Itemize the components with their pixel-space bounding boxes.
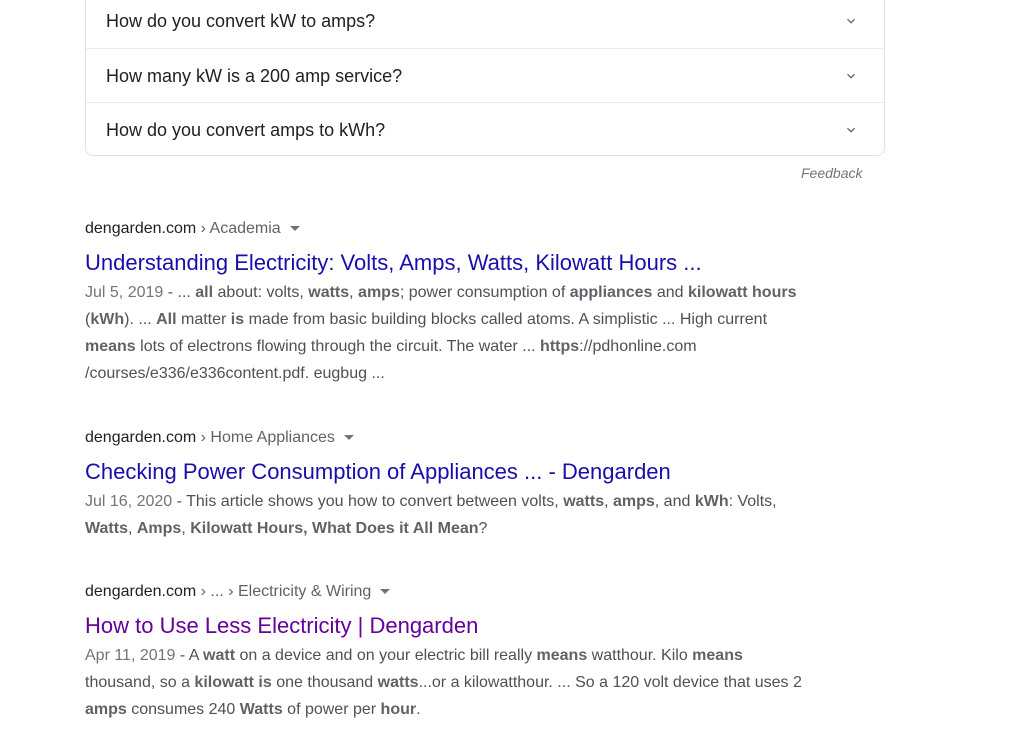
chevron-down-icon (847, 73, 855, 79)
result-date: Apr 11, 2019 (85, 647, 176, 664)
result-title-link[interactable]: Understanding Electricity: Volts, Amps, … (85, 249, 815, 277)
snippet-highlight: watt (203, 647, 236, 664)
snippet-highlight: Watts (239, 701, 283, 718)
snippet-text: one thousand (271, 674, 378, 691)
snippet-highlight: means (692, 647, 743, 664)
snippet-highlight: kilowatt is (194, 674, 272, 691)
result-title-link[interactable]: Checking Power Consumption of Appliances… (85, 458, 815, 486)
result-path: › Academia (196, 220, 281, 237)
snippet-text: , (127, 520, 137, 537)
snippet-text: ? (478, 520, 488, 537)
result-breadcrumb: dengarden.com › Home Appliances (85, 427, 815, 449)
snippet-text: about: volts, (213, 284, 309, 301)
snippet-text: of power per (282, 701, 381, 718)
snippet-highlight: amps (358, 284, 400, 301)
paa-question-text: How do you convert kW to amps? (106, 10, 376, 31)
search-result-1: dengarden.com › Academia Understanding E… (85, 218, 815, 387)
result-domain: dengarden.com (85, 583, 197, 600)
snippet-text: . (416, 701, 421, 718)
snippet-highlight: amps (85, 701, 127, 718)
paa-question-text: How many kW is a 200 amp service? (106, 65, 403, 86)
snippet-text: made from basic building blocks called a… (244, 311, 768, 328)
snippet-text: and (652, 284, 689, 301)
chevron-down-icon (847, 127, 855, 133)
result-date: Jul 16, 2020 (85, 493, 173, 510)
result-domain: dengarden.com (85, 220, 197, 237)
snippet-highlight: means (85, 338, 136, 355)
result-path: › Home Appliances (196, 429, 335, 446)
result-date: Jul 5, 2019 (85, 284, 164, 301)
result-snippet: Jul 5, 2019 - ... all about: volts, watt… (85, 279, 815, 387)
snippet-text: , (181, 520, 191, 537)
snippet-text: ). ... (124, 311, 157, 328)
snippet-highlight: hour (380, 701, 417, 718)
feedback-link[interactable]: Feedback (801, 165, 862, 181)
dropdown-arrow-icon[interactable] (343, 435, 354, 441)
snippet-highlight: kWh (694, 493, 729, 510)
search-result-2: dengarden.com › Home Appliances Checking… (85, 427, 815, 542)
people-also-ask-box: How do you convert kW to amps? How many … (85, 0, 885, 156)
snippet-highlight: Kilowatt Hours, What Does it All Mean (190, 520, 479, 537)
snippet-text: matter (176, 311, 231, 328)
snippet-text: ; power consumption of (399, 284, 570, 301)
snippet-highlight: Watts (85, 520, 128, 537)
result-snippet: Jul 16, 2020 - This article shows you ho… (85, 488, 815, 542)
snippet-text: on a device and on your electric bill re… (235, 647, 537, 664)
snippet-highlight: watts (563, 493, 605, 510)
result-breadcrumb: dengarden.com › Academia (85, 218, 815, 240)
search-result-3: dengarden.com › ... › Electricity & Wiri… (85, 581, 815, 723)
paa-question-text: How do you convert amps to kWh? (106, 119, 386, 140)
dropdown-arrow-icon[interactable] (380, 589, 391, 595)
chevron-down-icon (847, 18, 855, 24)
snippet-text: - ... (163, 284, 196, 301)
snippet-highlight: means (536, 647, 588, 664)
snippet-text: watthour. Kilo (587, 647, 693, 664)
snippet-text: consumes 240 (126, 701, 240, 718)
snippet-text: lots of electrons flowing through the ci… (135, 338, 541, 355)
result-domain: dengarden.com (85, 429, 197, 446)
result-breadcrumb: dengarden.com › ... › Electricity & Wiri… (85, 581, 815, 603)
snippet-text: thousand, so a (85, 674, 195, 691)
dropdown-arrow-icon[interactable] (289, 226, 300, 232)
snippet-highlight: All (156, 311, 177, 328)
snippet-highlight: https (540, 338, 580, 355)
snippet-highlight: is (230, 311, 245, 328)
snippet-text: , (349, 284, 359, 301)
snippet-text: ...or a kilowatthour. ... So a 120 volt … (418, 674, 802, 691)
result-snippet: Apr 11, 2019 - A watt on a device and on… (85, 642, 815, 723)
snippet-highlight: kilowatt hours (688, 284, 797, 301)
snippet-highlight: appliances (569, 284, 653, 301)
snippet-highlight: Amps (136, 520, 182, 537)
snippet-text: , and (654, 493, 695, 510)
snippet-text: : Volts, (728, 493, 777, 510)
snippet-highlight: watts (308, 284, 350, 301)
paa-question-3[interactable]: How do you convert amps to kWh? (86, 102, 884, 157)
snippet-text: , (604, 493, 613, 510)
result-title-link[interactable]: How to Use Less Electricity | Dengarden (85, 612, 815, 640)
snippet-highlight: all (195, 284, 214, 301)
paa-question-1[interactable]: How do you convert kW to amps? (86, 0, 884, 48)
snippet-text: - This article shows you how to convert … (172, 493, 564, 510)
snippet-highlight: amps (612, 493, 655, 510)
snippet-text: - A (175, 647, 204, 664)
paa-question-2[interactable]: How many kW is a 200 amp service? (86, 48, 884, 103)
snippet-highlight: watts (377, 674, 419, 691)
result-path: › ... › Electricity & Wiring (196, 583, 372, 600)
snippet-highlight: kWh (90, 311, 125, 328)
